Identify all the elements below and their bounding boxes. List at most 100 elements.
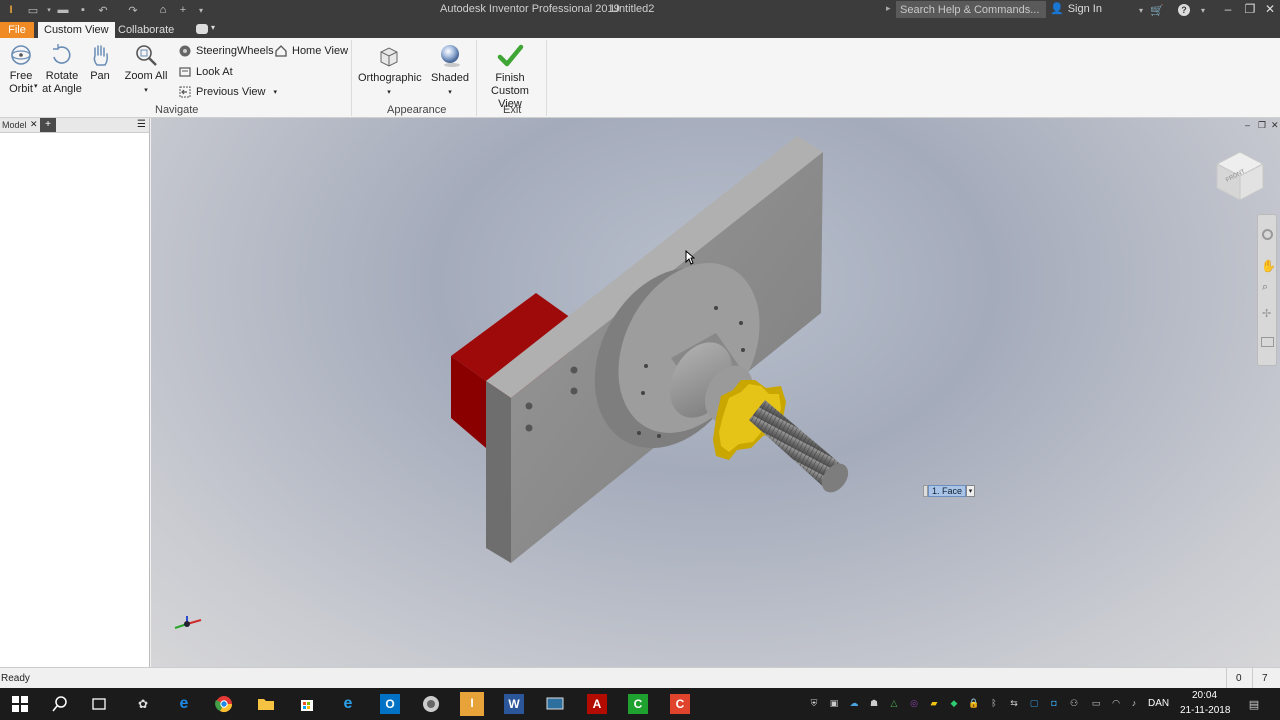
close-icon[interactable]: ✕ — [1260, 2, 1280, 16]
graphics-viewport[interactable]: 1. Face ▾ FRONT – ❐ ✕ ✋ ⌕ ✢ — [151, 118, 1280, 667]
orthographic-button[interactable]: Orthographic ▾ — [358, 42, 422, 99]
clock-time[interactable]: 20:04 — [1192, 690, 1217, 701]
selection-dropdown-icon[interactable]: ▾ — [966, 485, 976, 497]
ie-browser-icon[interactable]: e — [338, 694, 358, 714]
chrome-icon[interactable] — [214, 694, 234, 714]
battery-icon[interactable]: ▭ — [1090, 698, 1102, 710]
add-browser-tab-icon[interactable]: + — [40, 118, 56, 132]
nav-pan-icon[interactable]: ✋ — [1261, 259, 1276, 273]
nav-steering-wheel-icon[interactable] — [1262, 229, 1273, 240]
look-at-button[interactable]: Look At — [178, 65, 233, 79]
search-input[interactable] — [896, 1, 1046, 18]
help-icon[interactable]: ? — [1178, 4, 1190, 16]
nav-orbit-icon[interactable]: ✢ — [1262, 307, 1271, 320]
tab-file[interactable]: File — [0, 22, 34, 38]
acrobat-icon[interactable]: A — [587, 694, 607, 714]
previous-view-button[interactable]: Previous View ▾ — [178, 85, 277, 99]
outlook-icon[interactable]: O — [380, 694, 400, 714]
pan-button[interactable]: Pan — [86, 42, 114, 83]
tray-circle-icon[interactable]: ◎ — [908, 698, 920, 710]
edge-browser-icon[interactable]: e — [174, 694, 194, 714]
inventor-logo-icon[interactable]: I — [4, 3, 18, 17]
monitor-app-icon[interactable] — [545, 694, 565, 714]
tab-model[interactable]: Model — [2, 120, 27, 130]
tab-collaborate[interactable]: Collaborate — [112, 22, 180, 38]
home-view-button[interactable]: Home View — [274, 44, 348, 58]
sign-in-button[interactable]: 👤 Sign In — [1050, 2, 1102, 16]
sign-in-dropdown-icon[interactable]: ▾ — [1134, 3, 1148, 17]
rotate-at-angle-button[interactable]: Rotate at Angle — [42, 42, 82, 96]
viewport-close-icon[interactable]: ✕ — [1271, 120, 1279, 131]
camtasia-recorder-icon[interactable]: C — [670, 694, 690, 714]
tray-shield-icon[interactable]: ⛨ — [808, 698, 820, 710]
shaded-dropdown-icon[interactable]: ▾ — [448, 89, 452, 96]
tray-bluetooth-icon[interactable]: ᛒ — [988, 698, 1000, 710]
home-icon[interactable]: ⌂ — [156, 3, 170, 17]
notifications-icon[interactable]: ▤ — [1248, 698, 1260, 711]
nav-zoom-icon[interactable]: ⌕ — [1262, 281, 1268, 294]
save-icon[interactable]: ▪ — [76, 3, 90, 17]
wifi-icon[interactable]: ◠ — [1110, 698, 1122, 710]
add-icon[interactable]: + — [176, 3, 190, 17]
free-orbit-button[interactable]: Free Orbit — [4, 42, 38, 96]
windows-start-icon[interactable] — [10, 694, 30, 714]
steering-wheels-button[interactable]: SteeringWheels — [178, 44, 274, 58]
tray-sync-icon[interactable]: ⇆ — [1008, 698, 1020, 710]
tray-app-icon[interactable]: ☗ — [868, 698, 880, 710]
browser-tab-strip: Model ✕ + ☰ — [0, 118, 149, 133]
inventor-app-icon[interactable]: I — [460, 692, 484, 716]
tab-options-dropdown-icon[interactable]: ▾ — [211, 23, 215, 32]
finish-custom-view-button[interactable]: Finish Custom View — [478, 42, 542, 111]
open-folder-icon[interactable]: ▬ — [56, 3, 70, 17]
orthographic-dropdown-icon[interactable]: ▾ — [387, 89, 391, 96]
shaded-label: Shaded — [431, 72, 469, 84]
restore-icon[interactable]: ❐ — [1240, 2, 1260, 16]
camtasia-icon[interactable]: C — [628, 694, 648, 714]
expand-arrow-icon[interactable]: ▸ — [886, 3, 891, 14]
tray-display-icon[interactable]: ▣ — [828, 698, 840, 710]
viewport-restore-icon[interactable]: ❐ — [1258, 120, 1266, 131]
threaded-rod[interactable] — [749, 400, 854, 497]
tray-drive-icon[interactable]: △ — [888, 698, 900, 710]
browser-menu-icon[interactable]: ☰ — [137, 119, 146, 130]
tray-folder-icon[interactable]: ▰ — [928, 698, 940, 710]
dropdown-arrow-icon[interactable]: ▾ — [42, 3, 56, 17]
free-orbit-dropdown-icon[interactable]: ▾ — [34, 82, 38, 90]
paint-app-icon[interactable]: ✿ — [133, 694, 153, 714]
mouse-cursor-icon — [685, 250, 695, 265]
tray-onedrive-icon[interactable]: ☁ — [848, 698, 860, 710]
zoom-all-button[interactable]: Zoom All ▾ — [122, 42, 170, 97]
steering-wheel-icon — [179, 45, 191, 57]
cart-icon[interactable]: 🛒 — [1150, 3, 1164, 17]
word-icon[interactable]: W — [504, 694, 524, 714]
store-icon[interactable] — [297, 694, 317, 714]
tray-people-icon[interactable]: ⚇ — [1068, 698, 1080, 710]
close-tab-icon[interactable]: ✕ — [30, 119, 38, 130]
zoom-all-dropdown-icon[interactable]: ▾ — [144, 87, 148, 94]
minimize-icon[interactable]: – — [1218, 2, 1238, 16]
tray-window-icon[interactable]: ▢ — [1028, 698, 1040, 710]
tab-custom-view[interactable]: Custom View — [38, 22, 115, 38]
tray-lock-icon[interactable]: 🔒 — [968, 698, 980, 710]
task-view-icon[interactable] — [89, 694, 109, 714]
language-indicator[interactable]: DAN — [1148, 698, 1169, 709]
volume-icon[interactable]: ♪ — [1128, 698, 1140, 710]
network-app-icon[interactable] — [421, 694, 441, 714]
customize-icon[interactable]: ▾ — [194, 3, 208, 17]
shaded-button[interactable]: Shaded ▾ — [430, 42, 470, 99]
tray-cloud-icon[interactable]: ◘ — [1048, 698, 1060, 710]
search-icon[interactable] — [50, 694, 70, 714]
tray-security-icon[interactable]: ◆ — [948, 698, 960, 710]
previous-view-dropdown-icon[interactable]: ▾ — [274, 88, 278, 96]
viewcube[interactable]: FRONT — [1213, 146, 1267, 205]
redo-icon[interactable]: ↷ — [126, 3, 140, 17]
new-file-icon[interactable]: ▭ — [26, 3, 40, 17]
help-dropdown-icon[interactable]: ▾ — [1196, 3, 1210, 17]
file-explorer-icon[interactable] — [256, 694, 276, 714]
selection-filter-label[interactable]: 1. Face ▾ — [923, 484, 976, 498]
nav-look-at-icon[interactable] — [1261, 337, 1274, 347]
clock-date[interactable]: 21-11-2018 — [1180, 705, 1230, 716]
undo-icon[interactable]: ↶ — [96, 3, 110, 17]
viewport-minimize-icon[interactable]: – — [1245, 120, 1250, 130]
tab-options-icon[interactable] — [196, 24, 208, 34]
